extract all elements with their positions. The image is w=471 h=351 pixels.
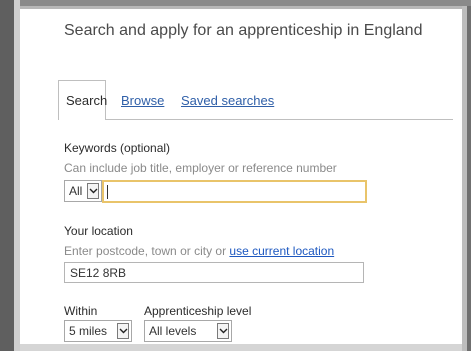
keyword-category-select[interactable]: All [64, 180, 102, 202]
apprenticeship-level-value: All levels [149, 324, 197, 338]
text-caret [107, 185, 108, 199]
tab-browse[interactable]: Browse [121, 93, 164, 108]
chevron-down-icon [87, 183, 99, 199]
within-select[interactable]: 5 miles [64, 320, 132, 342]
location-label: Your location [64, 224, 133, 238]
location-input-value: SE12 8RB [70, 266, 127, 280]
window-border-left [14, 0, 20, 351]
use-current-location-link[interactable]: use current location [229, 244, 334, 258]
keywords-hint: Can include job title, employer or refer… [64, 161, 337, 175]
location-input[interactable]: SE12 8RB [64, 262, 364, 283]
apprenticeship-level-label: Apprenticeship level [144, 304, 252, 318]
apprenticeship-level-select[interactable]: All levels [144, 320, 232, 342]
search-tabs: Search Browse Saved searches [58, 80, 453, 120]
tab-divider [106, 119, 453, 120]
within-label: Within [64, 304, 98, 318]
tab-saved-searches[interactable]: Saved searches [181, 93, 274, 108]
window-border-bottom [20, 344, 462, 351]
keywords-input[interactable] [102, 180, 367, 203]
keyword-category-value: All [69, 184, 83, 198]
window-border-top-inner [20, 6, 471, 9]
keywords-label: Keywords (optional) [64, 141, 171, 155]
page-title: Search and apply for an apprenticeship i… [64, 22, 423, 39]
window-shadow-right [467, 6, 471, 351]
tab-search[interactable]: Search [58, 80, 107, 120]
chevron-down-icon [217, 323, 229, 339]
browser-frame: Search and apply for an apprenticeship i… [0, 0, 471, 351]
chevron-down-icon [117, 323, 129, 339]
window-shadow-left [0, 0, 14, 351]
location-hint: Enter postcode, town or city or use curr… [64, 244, 334, 258]
within-select-value: 5 miles [69, 324, 108, 338]
location-hint-text: Enter postcode, town or city or [64, 244, 230, 258]
